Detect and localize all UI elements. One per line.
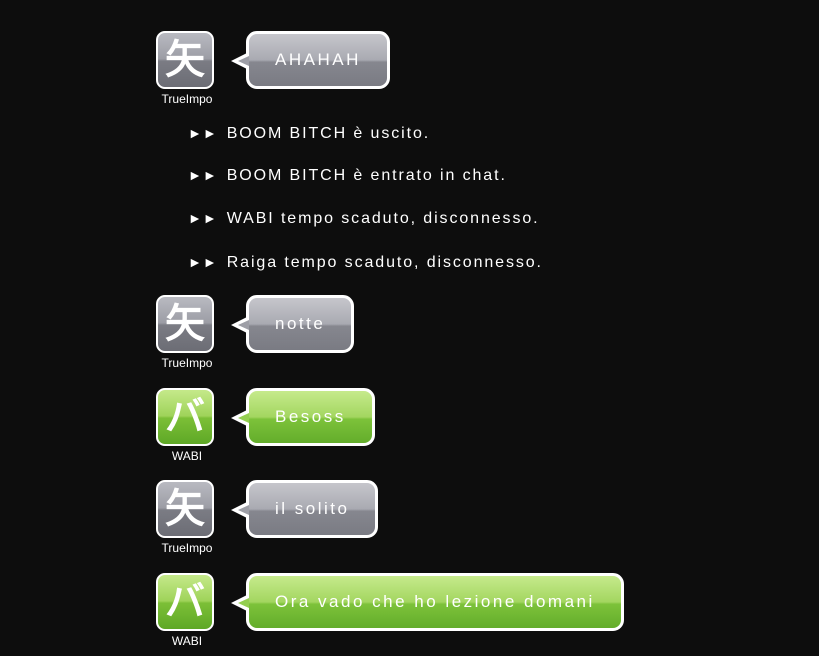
system-message-text: BOOM BITCH è entrato in chat. — [226, 167, 507, 184]
system-message-text: WABI tempo scaduto, disconnesso. — [226, 210, 540, 227]
username: WABI — [171, 449, 203, 463]
system-arrow-icon: ►► — [188, 210, 218, 226]
username: WABI — [171, 634, 203, 648]
system-arrow-icon: ►► — [188, 254, 218, 270]
message-bubble: il solito — [246, 480, 379, 538]
system-message-text: BOOM BITCH è uscito. — [226, 125, 431, 142]
bubble-tail-fill — [238, 505, 249, 515]
message-bubble: AHAHAH — [246, 31, 390, 89]
bubble-tail-fill — [238, 320, 249, 330]
bubble-tail-fill — [238, 413, 249, 423]
message-bubble: Ora vado che ho lezione domani — [246, 573, 624, 631]
system-arrow-icon: ►► — [188, 167, 218, 183]
avatar[interactable]: 矢 — [156, 295, 214, 353]
system-arrow-icon: ►► — [188, 125, 218, 141]
message-bubble: Besoss — [246, 388, 375, 446]
system-message: ►► WABI tempo scaduto, disconnesso. — [188, 210, 540, 228]
username: TrueImpo — [161, 92, 213, 106]
avatar[interactable]: 矢 — [156, 480, 214, 538]
bubble-tail-fill — [238, 598, 249, 608]
avatar[interactable]: 矢 — [156, 31, 214, 89]
system-message: ►► BOOM BITCH è entrato in chat. — [188, 167, 507, 185]
bubble-tail-fill — [238, 56, 249, 66]
username: TrueImpo — [161, 356, 213, 370]
chat-log: 矢 TrueImpo AHAHAH ►► BOOM BITCH è uscito.… — [0, 0, 819, 656]
avatar[interactable]: バ — [156, 388, 214, 446]
system-message-text: Raiga tempo scaduto, disconnesso. — [226, 254, 543, 271]
avatar[interactable]: バ — [156, 573, 214, 631]
username: TrueImpo — [161, 541, 213, 555]
message-bubble: notte — [246, 295, 355, 353]
system-message: ►► BOOM BITCH è uscito. — [188, 125, 430, 143]
system-message: ►► Raiga tempo scaduto, disconnesso. — [188, 254, 543, 272]
